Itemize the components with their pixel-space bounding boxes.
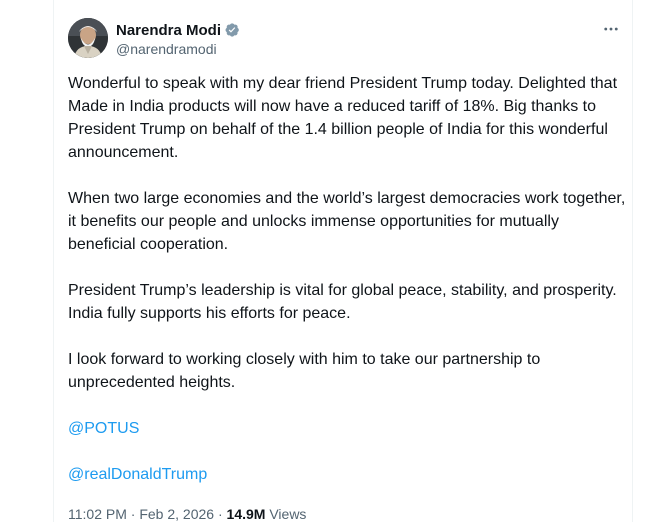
more-horizontal-icon <box>604 27 618 31</box>
views-label: Views <box>269 506 307 522</box>
verified-badge-icon[interactable] <box>224 22 240 38</box>
right-column-border <box>632 0 633 522</box>
meta-separator: · <box>130 506 136 522</box>
author-name-row: Narendra Modi <box>116 20 240 40</box>
mention-link-realdonaldtrump[interactable]: @realDonaldTrump <box>68 463 207 486</box>
tweet-paragraph: I look forward to working closely with h… <box>68 351 541 391</box>
tweet-header: Narendra Modi @narendramodi <box>68 16 628 60</box>
mention-link-potus[interactable]: @POTUS <box>68 417 139 440</box>
tweet-card: Narendra Modi @narendramodi Wonderful to… <box>54 0 632 522</box>
author-identity: Narendra Modi @narendramodi <box>116 20 240 57</box>
avatar-image <box>68 18 108 58</box>
author-display-name[interactable]: Narendra Modi <box>116 22 221 39</box>
tweet-paragraph: Wonderful to speak with my dear friend P… <box>68 75 618 161</box>
mention-paragraph: @realDonaldTrump <box>68 463 628 486</box>
tweet-text: Wonderful to speak with my dear friend P… <box>68 72 628 509</box>
views-count: 14.9M <box>226 506 266 522</box>
tweet-paragraph: President Trump’s leadership is vital fo… <box>68 282 617 322</box>
tweet-paragraph: When two large economies and the world’s… <box>68 190 626 253</box>
avatar[interactable] <box>68 18 108 58</box>
meta-separator: · <box>217 506 223 522</box>
tweet-time[interactable]: 11:02 PM <box>68 506 127 522</box>
tweet-date[interactable]: Feb 2, 2026 <box>139 506 214 522</box>
more-options-button[interactable] <box>600 18 622 40</box>
author-handle[interactable]: @narendramodi <box>116 41 240 57</box>
tweet-metadata: 11:02 PM · Feb 2, 2026 · 14.9M Views <box>68 506 306 522</box>
mention-paragraph: @POTUS <box>68 417 628 440</box>
